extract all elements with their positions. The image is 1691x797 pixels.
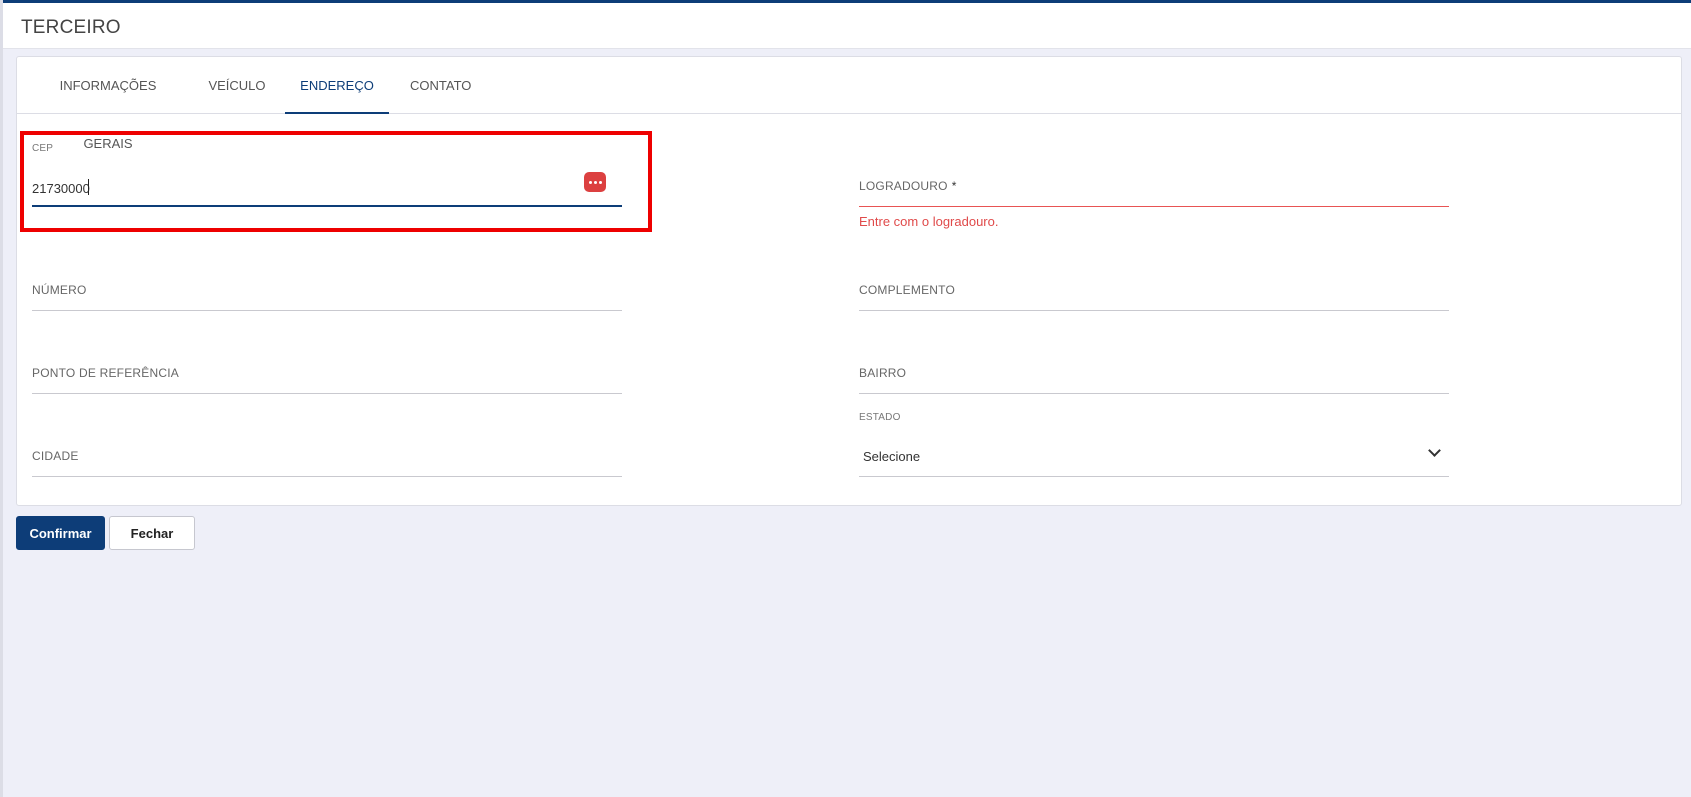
- close-button[interactable]: Fechar: [109, 516, 195, 550]
- estado-underline: [859, 476, 1449, 477]
- bairro-underline: [859, 393, 1449, 394]
- page: TERCEIRO INFORMAÇÕES GERAIS VEÍCULO ENDE…: [0, 0, 1691, 797]
- chevron-down-icon[interactable]: [1428, 444, 1441, 457]
- tab-bar: INFORMAÇÕES GERAIS VEÍCULO ENDEREÇO CONT…: [17, 57, 1681, 151]
- ponto-referencia-input[interactable]: PONTO DE REFERÊNCIA: [32, 366, 179, 380]
- estado-label: ESTADO: [859, 412, 901, 423]
- tab-informacoes-gerais[interactable]: INFORMAÇÕES GERAIS: [37, 57, 179, 151]
- logradouro-underline: [859, 206, 1449, 207]
- page-header: TERCEIRO: [3, 3, 1691, 49]
- confirm-button[interactable]: Confirmar: [16, 516, 105, 550]
- logradouro-field: LOGRADOURO * Entre com o logradouro.: [859, 140, 1449, 230]
- left-edge: [0, 0, 3, 797]
- estado-select[interactable]: Selecione: [863, 449, 920, 464]
- logradouro-label[interactable]: LOGRADOURO *: [859, 179, 957, 193]
- numero-input[interactable]: NÚMERO: [32, 283, 87, 297]
- tab-contato[interactable]: CONTATO: [410, 57, 471, 114]
- cidade-field: CIDADE: [32, 416, 622, 478]
- required-mark: *: [951, 179, 957, 193]
- numero-underline: [32, 310, 622, 311]
- estado-field: ESTADO Selecione: [859, 410, 1449, 478]
- page-title: TERCEIRO: [21, 17, 121, 38]
- bairro-field: BAIRRO: [859, 333, 1449, 395]
- complemento-field: COMPLEMENTO: [859, 250, 1449, 312]
- cidade-underline: [32, 476, 622, 477]
- highlight-box: [20, 131, 652, 232]
- logradouro-error-message: Entre com o logradouro.: [859, 214, 999, 229]
- numero-field: NÚMERO: [32, 250, 622, 312]
- ponto-referencia-underline: [32, 393, 622, 394]
- bairro-input[interactable]: BAIRRO: [859, 366, 906, 380]
- complemento-input[interactable]: COMPLEMENTO: [859, 283, 955, 297]
- cidade-input[interactable]: CIDADE: [32, 449, 79, 463]
- ponto-referencia-field: PONTO DE REFERÊNCIA: [32, 333, 622, 395]
- tab-endereco[interactable]: ENDEREÇO: [285, 57, 389, 114]
- complemento-underline: [859, 310, 1449, 311]
- tab-veiculo[interactable]: VEÍCULO: [207, 57, 267, 114]
